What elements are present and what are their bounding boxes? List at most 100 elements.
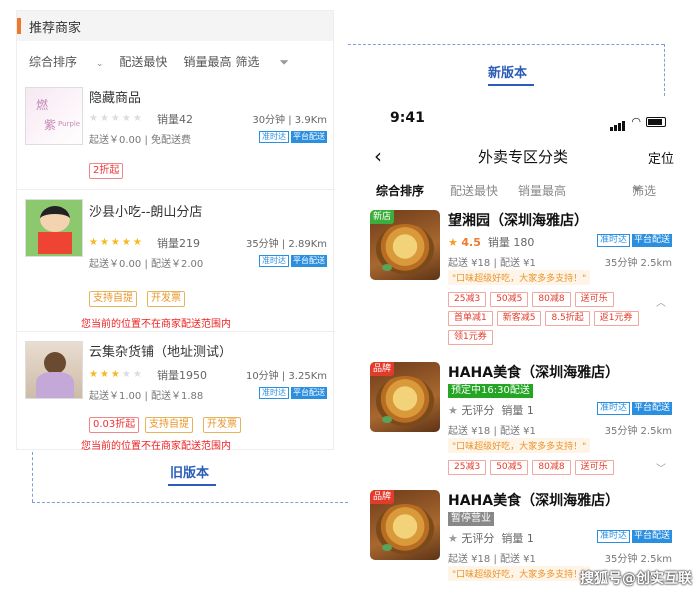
old-shop-card[interactable]: 燃 紫 Purple 隐藏商品 ★★★★★ 销量42 30分钟 | 3.9Km …: [17, 83, 335, 191]
old-filter-label: 筛选: [235, 54, 260, 69]
old-sort-bar: 综合排序 ⌄ 配送最快 销量最高 筛选 ⏷: [17, 41, 333, 81]
brand-tag: 品牌: [370, 490, 395, 504]
chevron-down-icon: ⌄: [93, 58, 104, 69]
promo-list: 25减3 50减5 80减8 送可乐 首单减1 新客减5 8.5折起 返1元券 …: [448, 292, 658, 345]
shop-name: HAHA美食（深圳海雅店）: [448, 365, 620, 381]
promo-tag: 领1元券: [448, 330, 493, 345]
fee-info: 起送 ¥18 | 配送 ¥1: [448, 554, 536, 565]
distance: 2.89Km: [288, 239, 327, 250]
delivery-badges: 准时达 平台配送: [596, 530, 672, 543]
old-filter-button[interactable]: 筛选 ⏷: [236, 53, 305, 70]
watermark: 搜狐号@创实互联: [580, 571, 692, 587]
sort-best-sales[interactable]: 销量最高: [518, 182, 566, 199]
shop-name: 沙县小吃--朗山分店: [89, 205, 203, 220]
out-of-range-warning: 您当前的位置不在商家配送范围内: [81, 441, 231, 452]
old-sort-best-sales[interactable]: 销量最高: [183, 53, 231, 70]
old-version-panel: 推荐商家 综合排序 ⌄ 配送最快 销量最高 筛选 ⏷ 燃 紫 Purple 隐藏…: [16, 10, 335, 452]
pickup-tag: 支持自提: [89, 291, 137, 307]
shop-card[interactable]: 品牌 HAHA美食（深圳海雅店） 预定中16:30配送 ★ 无评分 销量 1 准…: [368, 360, 680, 480]
on-time-badge: 准时达: [596, 234, 630, 247]
time-distance: 35分钟 2.5km: [604, 258, 672, 269]
shop-food-image: 品牌: [370, 362, 440, 432]
platform-badge: 平台配送: [291, 387, 327, 399]
star-icon: ★: [448, 236, 458, 249]
old-section-title: 推荐商家: [29, 20, 82, 36]
accent-bar: [17, 18, 21, 34]
old-sort-fastest[interactable]: 配送最快: [119, 53, 167, 70]
old-version-label: 旧版本: [170, 466, 210, 481]
rating-value: 无评分: [461, 404, 495, 417]
rating-row: ★ 无评分 销量 1: [448, 402, 534, 418]
cartoon-face-icon: [40, 206, 70, 232]
thumb-text: 紫: [44, 118, 57, 132]
shop-thumbnail: [25, 199, 83, 257]
promo-tag: 首单减1: [448, 311, 493, 326]
delivery-badges: 准时达 平台配送: [259, 255, 327, 267]
old-sort-comprehensive[interactable]: 综合排序 ⌄: [29, 53, 103, 70]
old-shop-card[interactable]: 沙县小吃--朗山分店 ★★★★★ 销量219 35分钟 | 2.89Km 起送￥…: [17, 195, 335, 330]
sort-fastest[interactable]: 配送最快: [450, 182, 498, 199]
divider: [17, 331, 335, 332]
promo-tag: 2折起: [89, 163, 124, 179]
sales-count: 销量219: [157, 237, 200, 250]
page-title: 外卖专区分类: [477, 148, 568, 166]
shop-card[interactable]: 新店 望湘园（深圳海雅店） ★ 4.5 销量 180 准时达 平台配送 起送 ¥…: [368, 208, 680, 354]
promo-tag: 送可乐: [574, 460, 614, 475]
pickup-tag: 支持自提: [145, 417, 193, 433]
battery-icon: [646, 116, 666, 127]
status-icons: ◠: [610, 112, 666, 131]
old-sort-comprehensive-label: 综合排序: [29, 54, 78, 69]
funnel-icon: ⏷: [632, 182, 642, 196]
delivery-time: 10分钟: [245, 371, 279, 382]
garnish-icon: [382, 416, 392, 423]
promo-tag: 25减3: [448, 460, 487, 475]
shop-name: HAHA美食（深圳海雅店）: [448, 493, 620, 509]
thumb-text: 燃: [36, 98, 49, 112]
rating-stars: ★★★★★: [89, 237, 144, 248]
sales-count: 销量1950: [157, 369, 207, 382]
fee-info: 起送 ¥18 | 配送 ¥1: [448, 426, 536, 437]
closed-status: 暂停营业: [448, 512, 494, 526]
invoice-tag: 开发票: [147, 291, 185, 307]
platform-badge: 平台配送: [291, 255, 327, 267]
shop-quote: "口味超级好吃，大家多多支持！": [448, 270, 591, 285]
promo-list: 25减3 50减5 80减8 送可乐: [448, 460, 658, 475]
garnish-icon: [382, 264, 392, 271]
shop-thumbnail: 燃 紫 Purple: [25, 87, 83, 145]
on-time-badge: 准时达: [596, 530, 630, 543]
time-distance: 30分钟 | 3.9Km: [252, 115, 327, 126]
shop-food-image: 新店: [370, 210, 440, 280]
delivery-time: 35分钟: [245, 239, 279, 250]
star-icon: ★: [448, 532, 458, 545]
new-shop-tag: 新店: [370, 210, 395, 224]
time-distance: 35分钟 2.5km: [604, 554, 672, 565]
dashed-connector: [32, 452, 33, 502]
brand-tag: 品牌: [370, 362, 395, 376]
time-distance: 10分钟 | 3.25Km: [245, 371, 327, 382]
promo-tag: 0.03折起: [89, 417, 140, 433]
promo-tag: 80减8: [532, 460, 571, 475]
chevron-down-icon[interactable]: ﹀: [656, 460, 666, 475]
on-time-badge: 准时达: [259, 255, 289, 267]
signal-icon: [610, 112, 626, 131]
sales-count: 销量 180: [487, 236, 535, 249]
rating-stars: ★★★★★: [89, 369, 144, 380]
delivery-badges: 准时达 平台配送: [596, 402, 672, 415]
old-shop-card[interactable]: 云集杂货铺（地址测试） ★★★★★ 销量1950 10分钟 | 3.25Km 起…: [17, 337, 335, 452]
on-time-badge: 准时达: [259, 131, 289, 143]
reservation-status: 预定中16:30配送: [448, 384, 533, 398]
distance: 3.25Km: [288, 371, 327, 382]
platform-badge: 平台配送: [631, 234, 672, 247]
chevron-up-icon[interactable]: ︿: [656, 294, 666, 309]
promo-tag: 新客减5: [496, 311, 542, 326]
dress-icon: [36, 372, 74, 398]
divider: [17, 189, 335, 190]
location-button[interactable]: 定位: [648, 148, 674, 167]
chevron-down-icon: ⌄: [376, 182, 384, 192]
sales-count: 销量42: [157, 113, 193, 126]
rating-stars: ★★★★★: [89, 113, 144, 124]
promo-tag: 8.5折起: [545, 311, 590, 326]
promo-tag: 返1元券: [593, 311, 639, 326]
sales-count: 销量 1: [501, 532, 534, 545]
delivery-time: 30分钟: [252, 115, 286, 126]
